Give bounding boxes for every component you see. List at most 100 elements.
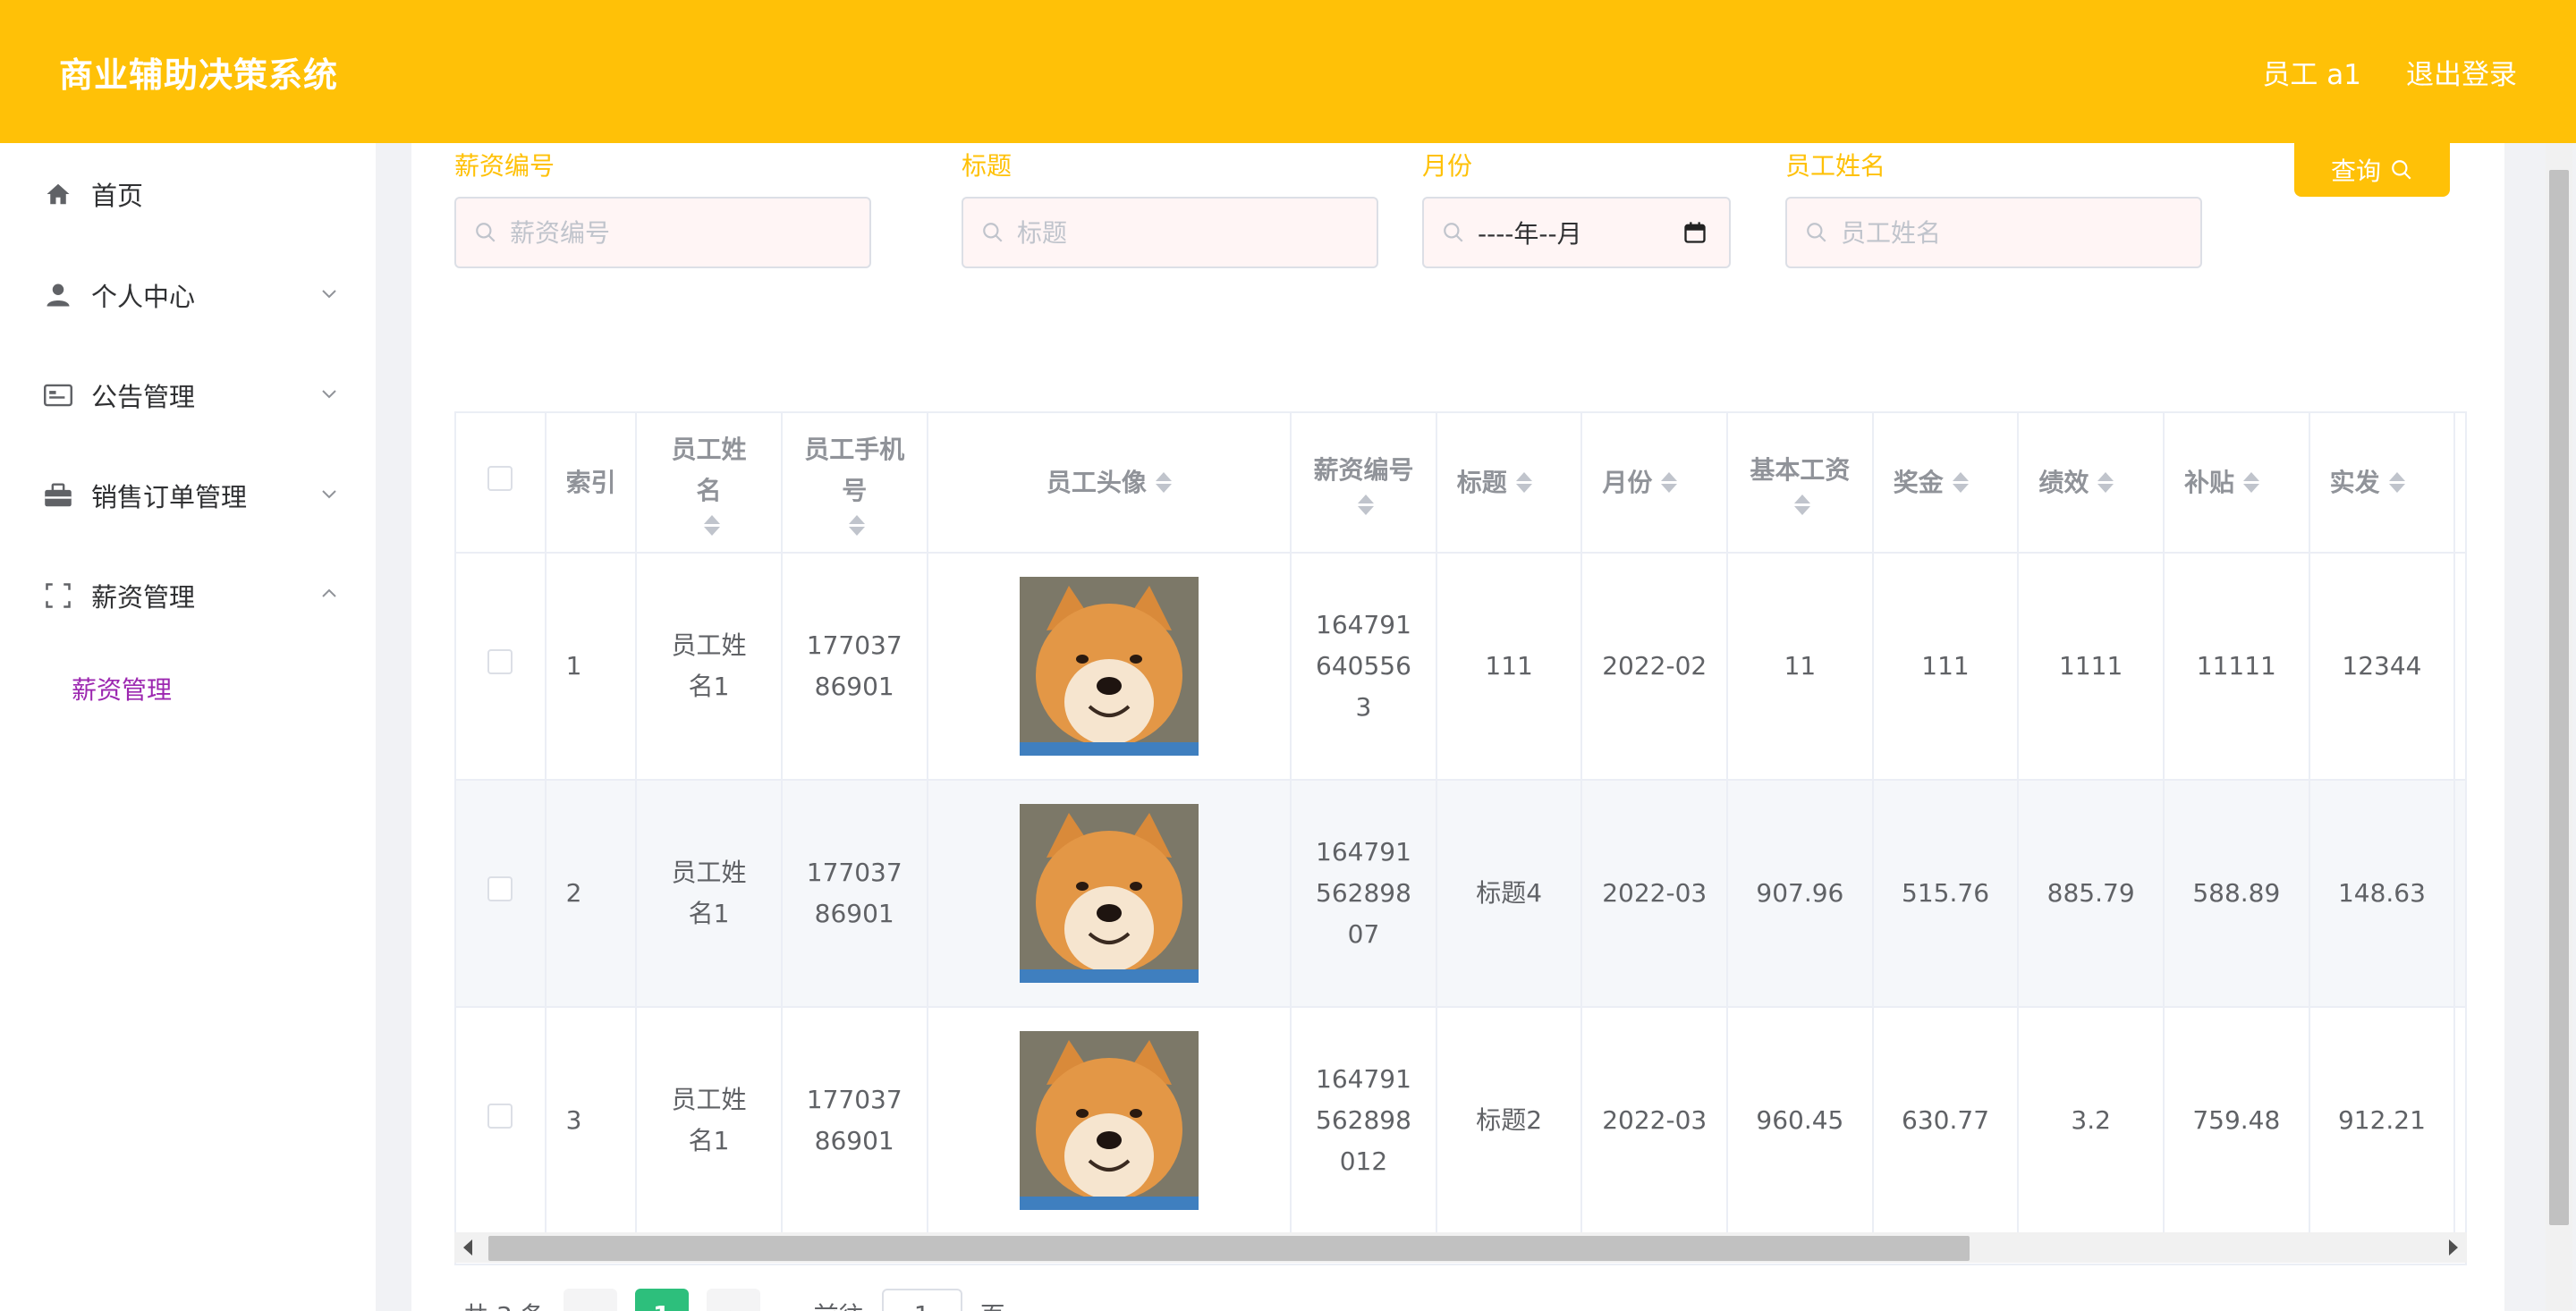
sort-icon[interactable]	[1515, 472, 1532, 493]
cell-added: 20-2	[2454, 1007, 2465, 1235]
month-label: 月份	[1422, 151, 1473, 181]
shiba-dog-photo	[1019, 804, 1199, 983]
select-all-checkbox[interactable]	[487, 465, 513, 491]
cell-month: 2022-02	[1581, 553, 1729, 781]
salary-no-label: 薪资编号	[454, 151, 555, 181]
cell-added: 20-2	[2454, 553, 2465, 781]
column-header-avatar[interactable]: 员工头像	[927, 413, 1292, 554]
cell-salary-no: 164791562898012	[1291, 1007, 1437, 1235]
sort-icon[interactable]	[1358, 495, 1375, 515]
employee-name-input[interactable]	[1841, 217, 2157, 248]
month-input[interactable]: ----年--月	[1478, 215, 1682, 250]
sidebar-item-personal-center[interactable]: 个人中心	[0, 259, 376, 331]
column-header-performance[interactable]: 绩效	[2018, 413, 2165, 554]
sort-icon[interactable]	[2243, 472, 2259, 493]
goto-prefix: 前往	[814, 1297, 864, 1311]
search-icon	[476, 223, 496, 242]
cell-added: 20-2	[2454, 780, 2465, 1008]
table-row: 1 员工姓名1 17703786901 1647916405563 111 20…	[456, 553, 2465, 781]
briefcase-icon	[43, 480, 73, 511]
shiba-dog-photo	[1019, 1031, 1199, 1210]
row-checkbox[interactable]	[487, 1104, 513, 1129]
cell-allowance: 588.89	[2163, 780, 2310, 1008]
top-right-actions: 员工 a1 退出登录	[2262, 52, 2517, 92]
submenu-item-salary-management[interactable]: 薪资管理	[72, 671, 172, 706]
app-title: 商业辅助决策系统	[59, 55, 339, 95]
cell-title: 标题4	[1436, 780, 1583, 1008]
next-page-button[interactable]: ›	[706, 1289, 760, 1311]
user-name-link[interactable]: 员工 a1	[2262, 52, 2361, 92]
main-content: 薪资编号 标题 月份 ----年--月 员工姓名 查询 索引	[411, 143, 2504, 1311]
column-header-salary-no[interactable]: 薪资编号	[1291, 413, 1437, 554]
cell-title: 111	[1436, 553, 1583, 781]
sort-icon[interactable]	[703, 515, 720, 536]
sidebar: 首页 个人中心 公告管理 销售订单管理 薪资管理 薪资管理	[0, 143, 376, 1311]
column-header-allowance[interactable]: 补贴	[2163, 413, 2310, 554]
prev-page-button[interactable]: ‹	[563, 1289, 617, 1311]
horizontal-scrollbar[interactable]	[454, 1232, 2467, 1263]
home-icon	[43, 179, 73, 209]
sort-icon[interactable]	[2097, 472, 2114, 493]
cell-index: 3	[545, 1007, 638, 1235]
column-header-added[interactable]: 添	[2454, 413, 2465, 554]
column-header-month[interactable]: 月份	[1581, 413, 1729, 554]
sort-icon[interactable]	[1155, 472, 1172, 493]
logout-link[interactable]: 退出登录	[2406, 52, 2517, 92]
column-header-base-salary[interactable]: 基本工资	[1727, 413, 1874, 554]
cell-phone: 17703786901	[781, 1007, 928, 1235]
search-icon	[1444, 223, 1463, 242]
scroll-left-arrow-icon[interactable]	[463, 1239, 472, 1256]
cell-bonus: 111	[1872, 553, 2020, 781]
scroll-right-arrow-icon[interactable]	[2449, 1239, 2458, 1256]
employee-name-field[interactable]	[1785, 197, 2202, 268]
cell-name: 员工姓名1	[636, 1007, 783, 1235]
column-header-name[interactable]: 员工姓名	[636, 413, 783, 554]
calendar-icon[interactable]	[1682, 220, 1707, 245]
cell-base-salary: 11	[1727, 553, 1874, 781]
cell-actual-pay: 148.63	[2309, 780, 2456, 1008]
title-input[interactable]	[1017, 217, 1334, 248]
sort-icon[interactable]	[1661, 472, 1678, 493]
row-select-cell	[456, 780, 547, 1008]
goto-suffix: 页	[980, 1297, 1005, 1311]
search-icon	[1807, 223, 1826, 242]
row-checkbox[interactable]	[487, 876, 513, 901]
sort-icon[interactable]	[1952, 472, 1969, 493]
sort-icon[interactable]	[1794, 495, 1811, 515]
month-field[interactable]: ----年--月	[1422, 197, 1731, 268]
cell-base-salary: 960.45	[1727, 1007, 1874, 1235]
shiba-dog-photo	[1019, 577, 1199, 756]
column-header-actual-pay[interactable]: 实发	[2309, 413, 2456, 554]
page-number-button[interactable]: 1	[634, 1289, 689, 1311]
sidebar-item-label: 销售订单管理	[91, 482, 248, 512]
select-all-cell	[456, 413, 547, 554]
goto-page-input[interactable]	[881, 1289, 962, 1311]
sidebar-item-announcements[interactable]: 公告管理	[0, 359, 376, 431]
row-checkbox[interactable]	[487, 649, 513, 674]
title-field[interactable]	[962, 197, 1378, 268]
vertical-scroll-thumb[interactable]	[2549, 170, 2569, 1225]
cell-actual-pay: 12344	[2309, 553, 2456, 781]
horizontal-scroll-thumb[interactable]	[488, 1236, 1970, 1261]
sort-icon[interactable]	[849, 515, 866, 536]
column-header-bonus[interactable]: 奖金	[1872, 413, 2020, 554]
column-header-title[interactable]: 标题	[1436, 413, 1583, 554]
sidebar-item-sales-orders[interactable]: 销售订单管理	[0, 460, 376, 531]
sidebar-item-salary-management[interactable]: 薪资管理	[0, 560, 376, 631]
cell-avatar	[927, 780, 1292, 1008]
sidebar-item-home[interactable]: 首页	[0, 158, 376, 230]
column-header-phone[interactable]: 员工手机号	[781, 413, 928, 554]
column-header-index: 索引	[545, 413, 638, 554]
query-button[interactable]: 查询	[2294, 143, 2450, 197]
total-count: 共 3 条	[463, 1297, 546, 1311]
vertical-scrollbar[interactable]	[2546, 143, 2572, 1311]
sort-icon[interactable]	[2388, 472, 2405, 493]
salary-table: 索引 员工姓名 员工手机号 员工头像 薪资编号 标题 月份 基本工资 奖金 绩效…	[454, 411, 2467, 1265]
cell-salary-no: 16479156289807	[1291, 780, 1437, 1008]
salary-no-field[interactable]	[454, 197, 871, 268]
cell-month: 2022-03	[1581, 1007, 1729, 1235]
salary-no-input[interactable]	[510, 217, 826, 248]
cell-bonus: 630.77	[1872, 1007, 2020, 1235]
cell-name: 员工姓名1	[636, 780, 783, 1008]
pagination: 共 3 条 ‹ 1 › 前往 页	[463, 1288, 1005, 1311]
